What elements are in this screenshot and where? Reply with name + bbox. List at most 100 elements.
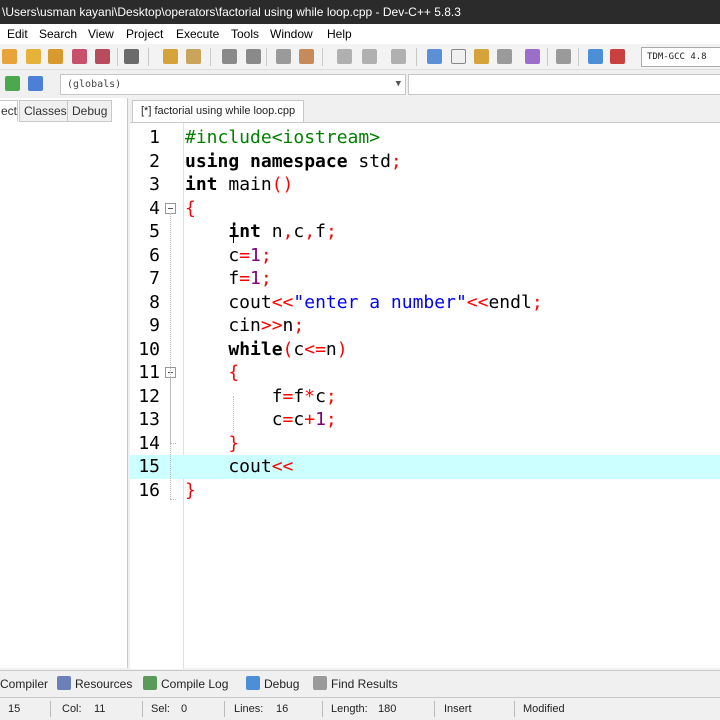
tab-classes[interactable]: Classes (19, 100, 72, 122)
code-text: { (228, 362, 240, 383)
fold-collapse-icon[interactable] (165, 202, 176, 214)
status-sel-label: Sel: (151, 703, 170, 715)
open-icon[interactable] (26, 49, 41, 64)
line-number: 14 (138, 432, 160, 454)
unindent-icon[interactable] (299, 49, 314, 64)
line-number: 12 (138, 385, 160, 407)
status-length-label: Length: (331, 703, 368, 715)
fold-guide-inner (170, 377, 171, 444)
rebuild-icon[interactable] (497, 49, 512, 64)
find-icon (313, 676, 327, 690)
menu-bar: Edit Search View Project Execute Tools W… (0, 24, 720, 44)
line-number: 6 (149, 244, 160, 266)
run-icon[interactable] (451, 49, 466, 64)
insert-icon[interactable] (28, 76, 43, 91)
debug-icon (246, 676, 260, 690)
code-text: c=1; (185, 244, 272, 266)
code-text: int n,c,f; (228, 221, 337, 242)
debug-icon[interactable] (610, 49, 625, 64)
line-number: 3 (149, 174, 160, 195)
menu-window[interactable]: Window (270, 24, 313, 44)
new-file-icon[interactable] (2, 49, 17, 64)
status-lines-label: Lines: (234, 703, 264, 715)
save-icon[interactable] (48, 49, 63, 64)
status-col-label: Col: (62, 703, 82, 715)
print-icon[interactable] (124, 49, 139, 64)
profile-icon[interactable] (588, 49, 603, 64)
line-number: 10 (138, 338, 160, 360)
fold-guide (170, 213, 171, 499)
code-text: cin>>n; (185, 315, 305, 336)
code-text: { (185, 197, 196, 219)
compile-icon[interactable] (427, 49, 442, 64)
code-text: c=c+1; (185, 409, 337, 430)
code-line: 12 f=f*c; (130, 385, 720, 409)
line-number: 5 (149, 221, 160, 242)
code-text: using namespace std; (185, 150, 402, 172)
code-line: 9 cin>>n; (130, 314, 720, 338)
compiler-select[interactable]: TDM-GCC 4.8 (641, 47, 720, 67)
toggle-icon[interactable] (391, 49, 406, 64)
tab-compile-log[interactable]: Compile Log (143, 675, 228, 693)
tab-project[interactable]: ect (0, 100, 18, 122)
menu-execute[interactable]: Execute (176, 24, 219, 44)
project-panel (0, 98, 128, 668)
bottom-panel-tabs: Compiler Resources Compile Log Debug Fin… (0, 670, 720, 694)
bookmark-icon[interactable] (362, 49, 377, 64)
code-line: 7 f=1; (130, 267, 720, 291)
indent-guide (233, 396, 234, 432)
indent-icon[interactable] (276, 49, 291, 64)
status-mode: Insert (444, 703, 472, 715)
code-text: cout<< (185, 456, 294, 477)
code-line: 16 } (130, 479, 720, 503)
fold-guide-end (170, 499, 176, 500)
function-select[interactable] (408, 74, 720, 95)
stop-icon[interactable] (556, 49, 571, 64)
status-sel: 0 (181, 703, 188, 715)
current-code-line: 15 cout<< (130, 455, 720, 479)
tab-resources[interactable]: Resources (57, 675, 132, 693)
tab-compiler[interactable]: Compiler (0, 675, 48, 693)
main-toolbar (0, 44, 720, 70)
syntax-check-icon[interactable] (525, 49, 540, 64)
redo-icon[interactable] (186, 49, 201, 64)
menu-search[interactable]: Search (39, 24, 77, 44)
code-line: 8 cout<<"enter a number"<<endl; (130, 291, 720, 315)
line-number: 15 (138, 456, 160, 477)
menu-help[interactable]: Help (327, 24, 352, 44)
find-icon[interactable] (222, 49, 237, 64)
status-modified: Modified (523, 703, 565, 715)
status-line: 15 (8, 703, 21, 715)
file-tab-label: [*] factorial using while loop.cpp (141, 105, 296, 117)
tab-find-results[interactable]: Find Results (313, 675, 398, 693)
scope-select[interactable]: (globals) ▼ (60, 74, 406, 95)
code-line: 4 { (130, 197, 720, 221)
code-text: int main() (185, 174, 294, 195)
status-length: 180 (378, 703, 397, 715)
save-all-icon[interactable] (72, 49, 87, 64)
code-editor[interactable]: 1 #include<iostream> 2 using namespace s… (130, 122, 720, 669)
class-browser-icon[interactable] (5, 76, 20, 91)
close-icon[interactable] (95, 49, 110, 64)
code-text: } (185, 479, 196, 501)
menu-view[interactable]: View (88, 24, 114, 44)
code-text: #include<iostream> (185, 127, 381, 148)
tab-debug-output[interactable]: Debug (246, 675, 299, 693)
compile-run-icon[interactable] (474, 49, 489, 64)
code-text: } (228, 432, 240, 454)
status-col: 11 (94, 703, 106, 715)
menu-tools[interactable]: Tools (231, 24, 259, 44)
code-line: 10 while(c<=n) (130, 338, 720, 362)
replace-icon[interactable] (246, 49, 261, 64)
undo-icon[interactable] (163, 49, 178, 64)
window-title: \Users\usman kayani\Desktop\operators\fa… (2, 5, 461, 19)
tab-debug[interactable]: Debug (67, 100, 113, 122)
goto-icon[interactable] (337, 49, 352, 64)
editor-file-tab[interactable]: [*] factorial using while loop.cpp (132, 100, 305, 122)
code-text: f=f*c; (185, 385, 337, 407)
code-line: 14 } (130, 432, 720, 456)
menu-edit[interactable]: Edit (7, 24, 28, 44)
code-line: 5 int n,c,f; (130, 220, 720, 244)
compiler-value: TDM-GCC 4.8 (647, 52, 707, 62)
menu-project[interactable]: Project (126, 24, 163, 44)
